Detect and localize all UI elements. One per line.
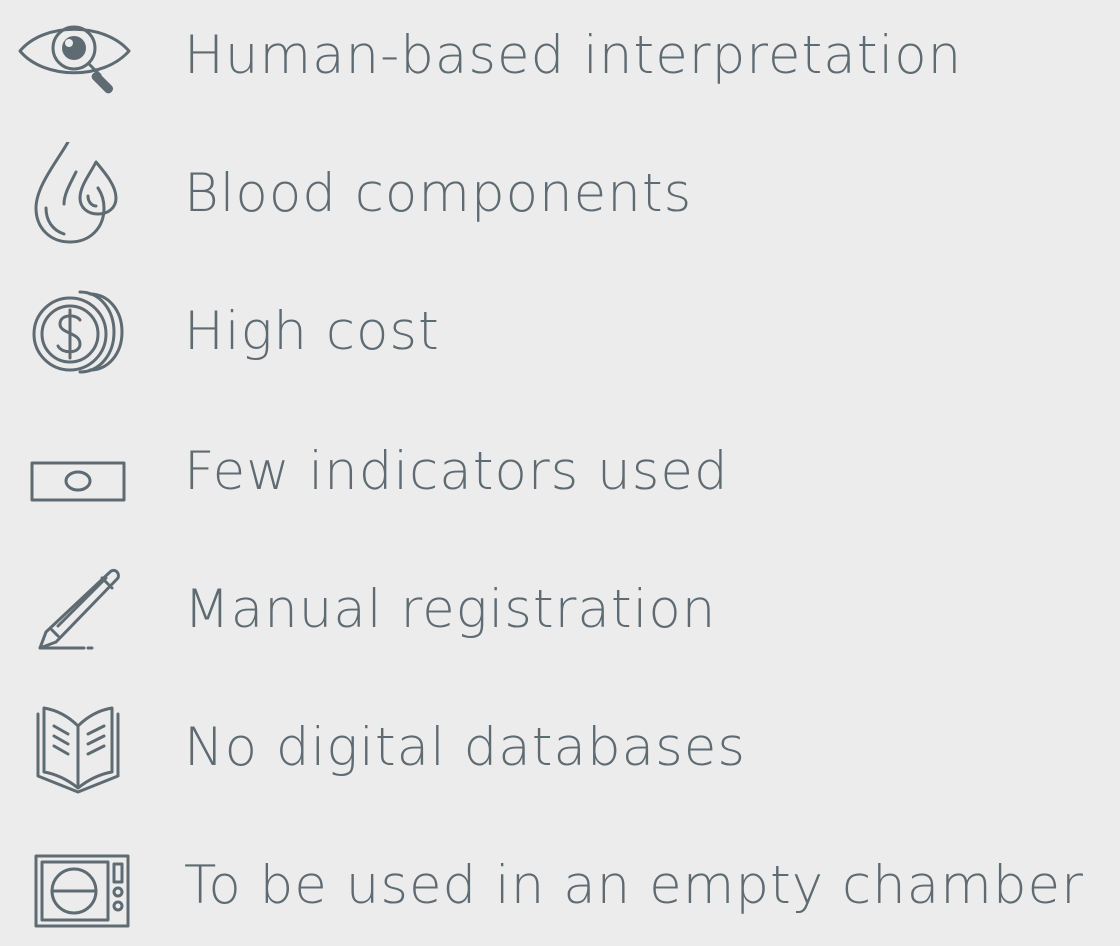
list-item: Human-based interpretation <box>0 0 1120 116</box>
list-item: High cost <box>0 272 1120 392</box>
coins-dollar-icon <box>14 280 134 384</box>
list-item: No digital databases <box>0 688 1120 808</box>
list-item: Few indicators used <box>0 412 1120 532</box>
list-item: Blood components <box>0 134 1120 254</box>
item-label: To be used in an empty chamber <box>184 855 1084 916</box>
item-label: Manual registration <box>184 579 717 640</box>
item-label: No digital databases <box>184 717 746 778</box>
open-book-icon <box>14 696 134 800</box>
item-label: Few indicators used <box>184 441 729 502</box>
banknote-icon <box>14 420 134 524</box>
pencil-icon <box>14 558 134 662</box>
list-item: Manual registration <box>0 550 1120 670</box>
eye-magnifier-icon <box>14 4 134 108</box>
list-item: To be used in an empty chamber <box>0 826 1120 946</box>
item-label: High cost <box>184 301 440 362</box>
item-label: Blood components <box>184 163 693 224</box>
limitations-list: Human-based interpretation Blood compone… <box>0 0 1120 928</box>
item-label: Human-based interpretation <box>184 25 963 86</box>
blood-drops-icon <box>14 142 134 246</box>
microwave-chamber-icon <box>14 834 134 938</box>
